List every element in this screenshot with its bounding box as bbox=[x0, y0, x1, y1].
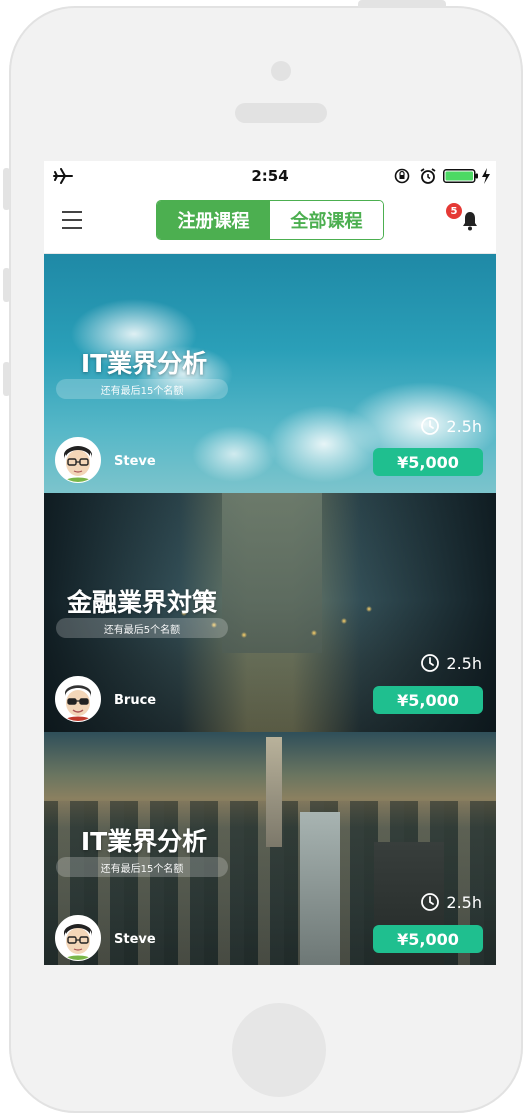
course-title: 金融業界対策 bbox=[66, 588, 217, 617]
mute-switch bbox=[3, 168, 10, 210]
battery-icon bbox=[443, 169, 478, 183]
teacher-avatar-illustration bbox=[56, 438, 100, 482]
hamburger-menu-icon[interactable] bbox=[62, 211, 82, 229]
course-title: IT業界分析 bbox=[80, 827, 208, 856]
seats-remaining-label: 还有最后15个名额 bbox=[56, 857, 228, 877]
nav-bar: 注册课程 全部课程 5 bbox=[44, 191, 496, 254]
rotation-lock-icon bbox=[394, 168, 410, 184]
seats-remaining-label: 还有最后15个名额 bbox=[56, 379, 228, 399]
course-duration: 2.5h bbox=[420, 416, 482, 436]
price-button[interactable]: ¥5,000 bbox=[373, 448, 483, 476]
teacher-avatar-illustration bbox=[56, 916, 100, 960]
tab-registered-courses[interactable]: 注册课程 bbox=[157, 201, 270, 239]
course-title: IT業界分析 bbox=[80, 349, 208, 378]
app-screen: 2:54 注册课程 全部课程 5 IT業界分析 还有最后15个名额 2.5h S… bbox=[44, 161, 496, 965]
charging-bolt-icon bbox=[482, 168, 490, 184]
front-camera bbox=[271, 61, 291, 81]
course-duration: 2.5h bbox=[420, 892, 482, 912]
course-card[interactable]: IT業界分析 还有最后15个名额 2.5h Steve ¥5,000 bbox=[44, 732, 496, 965]
teacher-avatar[interactable] bbox=[55, 915, 101, 961]
duration-value: 2.5h bbox=[446, 416, 482, 436]
duration-value: 2.5h bbox=[446, 892, 482, 912]
teacher-avatar-illustration bbox=[56, 677, 100, 721]
notification-badge: 5 bbox=[446, 203, 462, 219]
power-button bbox=[358, 0, 446, 8]
tab-all-courses[interactable]: 全部课程 bbox=[270, 201, 383, 239]
seats-remaining-label: 还有最后5个名额 bbox=[56, 618, 228, 638]
teacher-avatar[interactable] bbox=[55, 437, 101, 483]
clock-icon bbox=[421, 654, 440, 672]
course-tab-switcher: 注册课程 全部课程 bbox=[156, 200, 384, 240]
clock-icon bbox=[421, 417, 440, 435]
status-bar: 2:54 bbox=[44, 161, 496, 191]
clock-icon bbox=[421, 893, 440, 911]
course-card[interactable]: IT業界分析 还有最后15个名额 2.5h Steve ¥5,000 bbox=[44, 254, 496, 493]
cover-spire-shape bbox=[266, 737, 282, 847]
volume-up-button bbox=[3, 268, 10, 302]
earpiece-speaker bbox=[235, 103, 327, 123]
bell-icon bbox=[463, 212, 477, 231]
cover-tower-shape bbox=[300, 812, 340, 965]
teacher-name: Steve bbox=[114, 454, 156, 469]
home-button[interactable] bbox=[232, 1003, 326, 1097]
course-list: IT業界分析 还有最后15个名额 2.5h Steve ¥5,000 金融業界対… bbox=[44, 254, 496, 965]
course-duration: 2.5h bbox=[420, 653, 482, 673]
teacher-avatar[interactable] bbox=[55, 676, 101, 722]
course-card[interactable]: 金融業界対策 还有最后5个名额 2.5h Bruce ¥5,000 bbox=[44, 493, 496, 732]
notification-button[interactable]: 5 bbox=[444, 203, 480, 239]
alarm-icon bbox=[420, 168, 436, 184]
price-button[interactable]: ¥5,000 bbox=[373, 925, 483, 953]
teacher-name: Steve bbox=[114, 932, 156, 947]
volume-down-button bbox=[3, 362, 10, 396]
duration-value: 2.5h bbox=[446, 653, 482, 673]
teacher-name: Bruce bbox=[114, 693, 157, 708]
price-button[interactable]: ¥5,000 bbox=[373, 686, 483, 714]
